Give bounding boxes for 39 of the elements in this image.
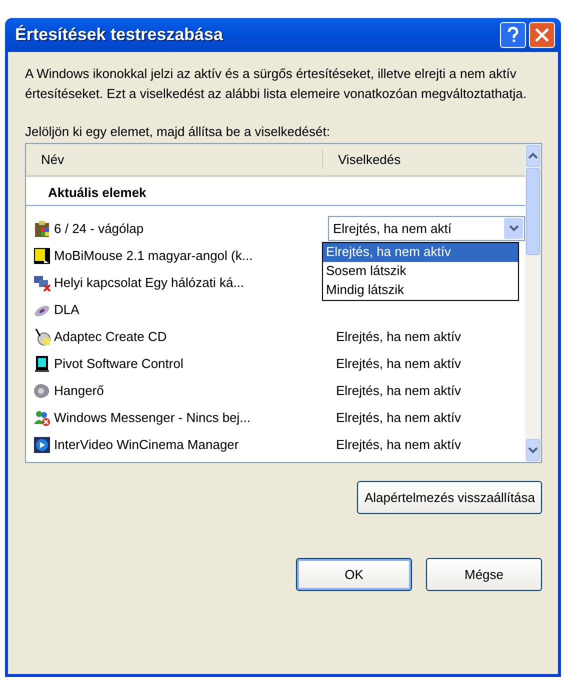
item-name[interactable]: InterVideo WinCinema Manager (54, 437, 328, 452)
help-button[interactable] (500, 22, 526, 48)
behavior-text: Elrejtés, ha nem aktív (336, 383, 461, 398)
people-icon (33, 408, 51, 426)
description-text: A Windows ikonokkal jelzi az aktív és a sürgős értesítéseket, illetve elrejti a nem aktív értesítéseket. Ezt a viselkedést az alábbi lista elemeire vonatkozóan megváltoztathatja. (25, 65, 528, 103)
column-header[interactable]: Név (26, 150, 323, 169)
dropdown-option[interactable]: Sosem látszik (323, 262, 518, 281)
instruction-text: Jelöljön ki egy elemet, majd állítsa be a viselkedését: (25, 124, 331, 139)
behavior-text: Elrejtés, ha nem aktív (336, 437, 461, 452)
group-heading: Aktuális elemek (26, 177, 525, 206)
item-name[interactable]: 6 / 24 - vágólap (54, 221, 328, 236)
behavior-dropdown[interactable]: Elrejtés, ha nem aktí (328, 216, 525, 241)
cancel-button[interactable]: Mégse (426, 558, 542, 591)
scrollbar[interactable] (525, 144, 541, 462)
item-name[interactable]: Windows Messenger - Nincs bej... (54, 410, 328, 425)
scroll-up-button[interactable] (526, 145, 540, 167)
window-title: Értesítések testreszabása (15, 25, 223, 45)
restore-defaults-button[interactable]: Alapértelmezés visszaállítása (357, 481, 542, 514)
clipboard-icon (33, 220, 51, 238)
behavior-text: Elrejtés, ha nem aktív (336, 356, 461, 371)
ok-button[interactable]: OK (296, 558, 412, 591)
column-header[interactable]: Viselkedés (323, 144, 525, 175)
item-name[interactable]: Adaptec Create CD (54, 329, 328, 344)
cd-icon (33, 328, 51, 346)
behavior-text: Elrejtés, ha nem aktív (336, 329, 461, 344)
window-icon (33, 246, 51, 264)
scroll-down-button[interactable] (526, 439, 540, 461)
item-name[interactable]: DLA (54, 302, 328, 317)
speaker-icon (33, 382, 51, 400)
monitor-icon (33, 354, 51, 372)
dropdown-option[interactable]: Mindig látszik (323, 281, 518, 300)
behavior-text: Elrejtés, ha nem aktív (336, 410, 461, 425)
network-error-icon (33, 274, 51, 292)
play-icon (33, 436, 51, 454)
item-name[interactable]: Pivot Software Control (54, 356, 328, 371)
dropdown-option[interactable]: Elrejtés, ha nem aktív (323, 243, 518, 262)
close-button[interactable] (529, 22, 555, 48)
scroll-thumb[interactable] (526, 168, 540, 255)
item-name[interactable]: Hangerő (54, 383, 328, 398)
